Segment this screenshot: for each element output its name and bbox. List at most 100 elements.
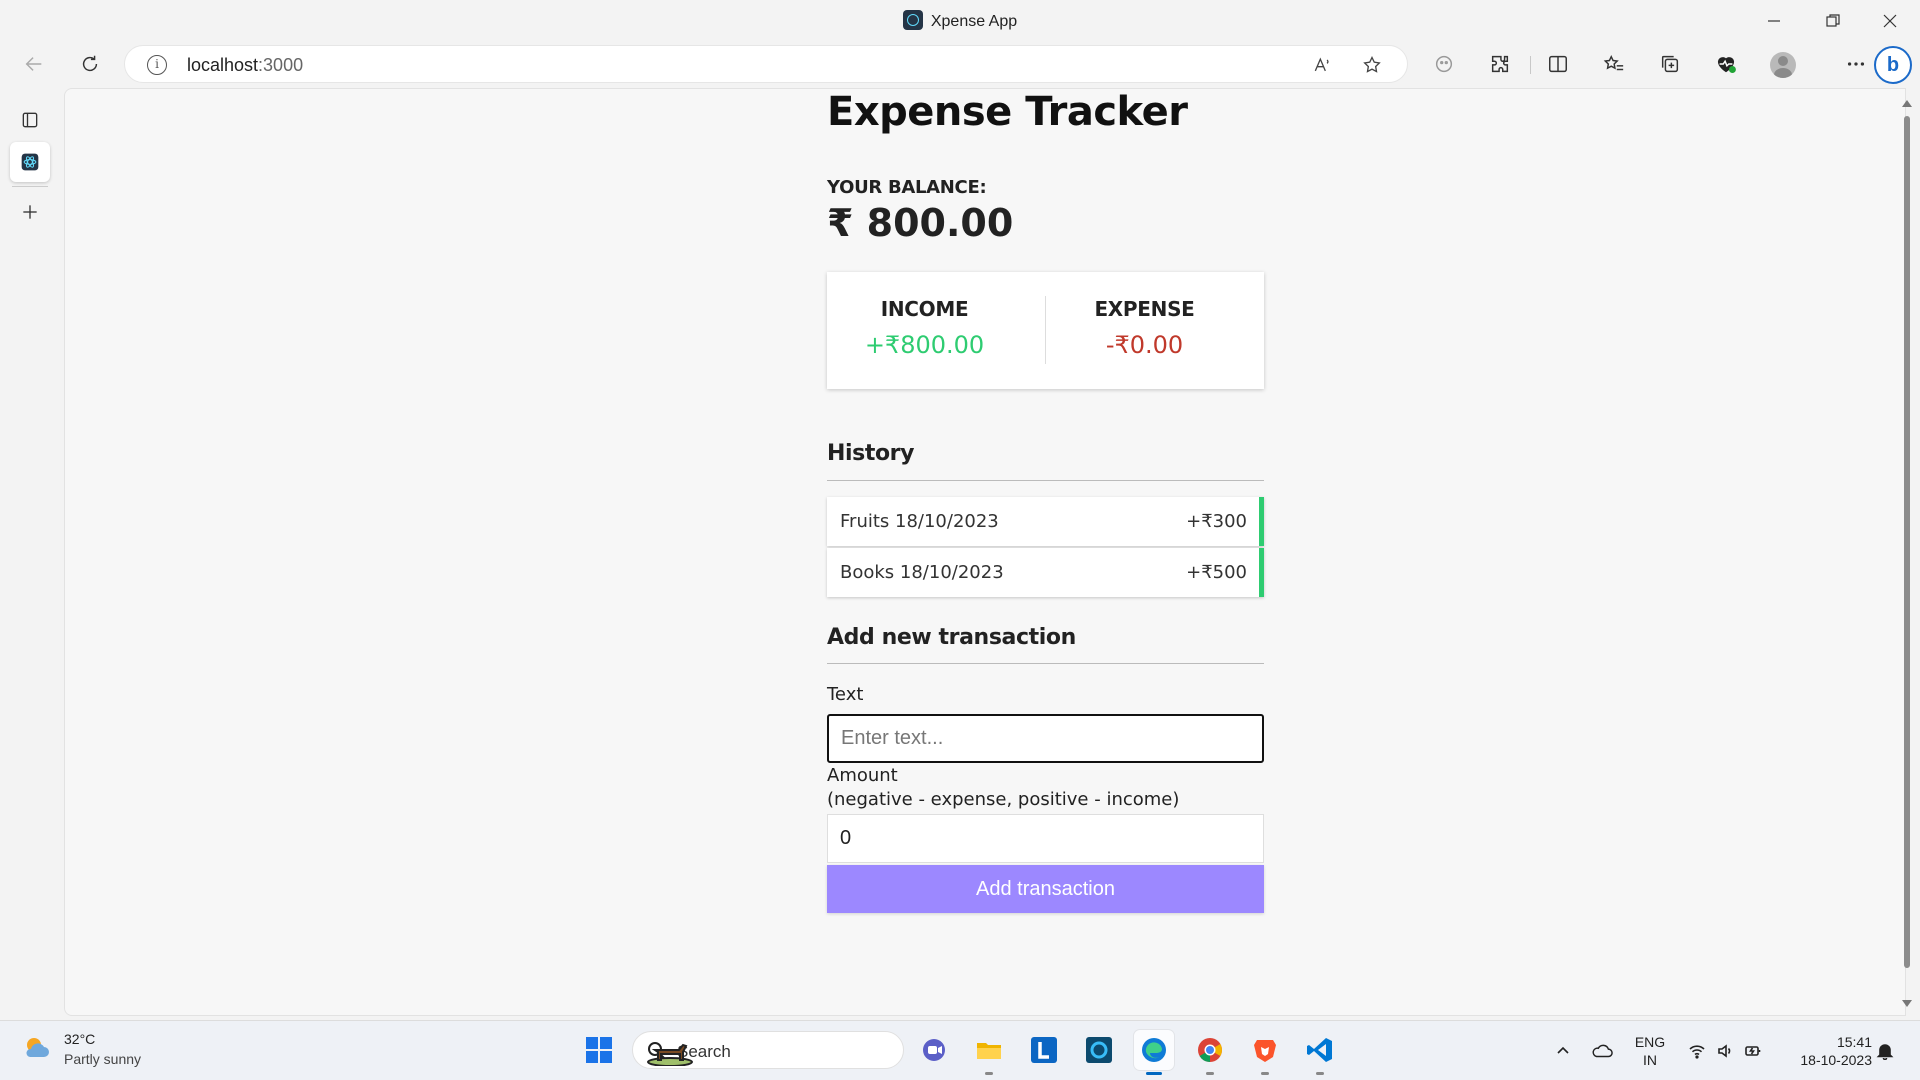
add-transaction-heading: Add new transaction xyxy=(827,625,1076,650)
taskbar-app-l[interactable] xyxy=(1024,1030,1064,1070)
chevron-up-icon xyxy=(1557,1046,1569,1054)
vscode-icon xyxy=(1307,1038,1332,1062)
weather-description[interactable]: Partly sunny xyxy=(64,1051,141,1067)
react-tab-icon xyxy=(21,153,39,171)
running-indicator xyxy=(1206,1072,1214,1075)
text-input[interactable] xyxy=(827,714,1264,763)
list-item[interactable]: Fruits 18/10/2023 +₹300 xyxy=(827,497,1264,546)
favorite-star-icon[interactable] xyxy=(1359,52,1385,78)
minimize-icon xyxy=(1768,20,1780,22)
taskbar-app-file-explorer[interactable] xyxy=(969,1030,1009,1075)
active-indicator xyxy=(1146,1072,1162,1075)
income-column: INCOME +₹800.00 xyxy=(827,297,1022,359)
onedrive-tray[interactable] xyxy=(1588,1021,1616,1080)
amount-hint: (negative - expense, positive - income) xyxy=(827,789,1180,810)
page-title: Expense Tracker xyxy=(827,89,1188,135)
balance-value: ₹ 800.00 xyxy=(827,201,1014,245)
restore-button[interactable] xyxy=(1805,0,1861,42)
start-button[interactable] xyxy=(579,1030,619,1070)
brave-lion-icon xyxy=(1254,1040,1276,1062)
running-indicator xyxy=(1261,1072,1269,1075)
address-bar[interactable]: i localhost:3000 xyxy=(124,45,1408,83)
more-dots-icon xyxy=(1847,62,1865,66)
refresh-button[interactable] xyxy=(72,46,108,82)
clock-date: 18-10-2023 xyxy=(1800,1052,1872,1068)
collections-icon xyxy=(1661,55,1679,73)
page-scrollbar[interactable] xyxy=(1900,96,1914,1012)
battery-charging-icon xyxy=(1745,1046,1761,1056)
browser-toolbar: i localhost:3000 xyxy=(0,42,1920,86)
language-code: ENG xyxy=(1634,1034,1666,1050)
running-indicator xyxy=(1316,1072,1324,1075)
transaction-text: Books 18/10/2023 xyxy=(840,562,1004,583)
split-screen-button[interactable] xyxy=(1540,46,1576,82)
restore-icon xyxy=(1826,14,1840,27)
taskbar-app-edge[interactable] xyxy=(1134,1030,1174,1075)
cloud-icon xyxy=(1592,1044,1613,1058)
window-title: Xpense App xyxy=(0,10,1920,31)
list-item[interactable]: Books 18/10/2023 +₹500 xyxy=(827,548,1264,597)
close-icon xyxy=(1883,14,1897,28)
bing-copilot-icon[interactable]: b xyxy=(1874,46,1912,84)
windows-taskbar: 32°C Partly sunny Search ENG IN 15:41 18… xyxy=(0,1020,1920,1080)
clock-time: 15:41 xyxy=(1836,1034,1872,1050)
weather-temperature[interactable]: 32°C xyxy=(64,1031,95,1047)
taskbar-app-chrome[interactable] xyxy=(1190,1030,1230,1075)
toolbar-separator xyxy=(1530,56,1531,74)
history-divider xyxy=(827,480,1264,481)
browser-essentials-button[interactable] xyxy=(1708,46,1744,82)
extension-face-icon xyxy=(1435,55,1453,73)
history-heading: History xyxy=(827,441,915,466)
taskbar-app-chat[interactable] xyxy=(914,1030,954,1070)
split-screen-icon xyxy=(1549,55,1567,73)
close-button[interactable] xyxy=(1862,0,1918,42)
scroll-down-icon[interactable] xyxy=(1902,1000,1912,1007)
wifi-tray[interactable] xyxy=(1684,1021,1710,1080)
add-transaction-button[interactable]: Add transaction xyxy=(827,865,1264,913)
search-highlight-icon xyxy=(647,1043,693,1066)
system-clock[interactable]: 15:41 18-10-2023 xyxy=(1780,1033,1872,1069)
favorites-list-icon xyxy=(1603,54,1624,71)
tab-xpense-app[interactable] xyxy=(10,142,50,182)
settings-more-button[interactable] xyxy=(1838,46,1874,82)
notifications-button[interactable] xyxy=(1872,1021,1898,1080)
battery-tray[interactable] xyxy=(1740,1021,1766,1080)
wifi-icon xyxy=(1689,1045,1705,1059)
site-info-icon[interactable]: i xyxy=(147,55,167,75)
collections-button[interactable] xyxy=(1652,46,1688,82)
partly-sunny-icon[interactable] xyxy=(22,1033,52,1063)
volume-tray[interactable] xyxy=(1712,1021,1738,1080)
region-code: IN xyxy=(1643,1052,1657,1068)
amount-input[interactable] xyxy=(827,814,1264,863)
back-button[interactable] xyxy=(16,46,52,82)
extensions-button[interactable] xyxy=(1482,46,1518,82)
income-label: INCOME xyxy=(880,297,969,321)
window-title-text: Xpense App xyxy=(930,13,1018,30)
sidebar-divider xyxy=(12,186,48,187)
add-transaction-divider xyxy=(827,663,1264,664)
extension-face-button[interactable] xyxy=(1426,46,1462,82)
tab-actions-icon xyxy=(22,112,38,128)
url-text[interactable]: localhost:3000 xyxy=(187,55,303,76)
taskbar-app-brave[interactable] xyxy=(1245,1030,1285,1075)
favorites-button[interactable] xyxy=(1596,46,1632,82)
taskbar-app-circle[interactable] xyxy=(1079,1030,1119,1070)
transaction-amount: +₹300 xyxy=(1186,511,1247,532)
new-tab-button[interactable] xyxy=(10,192,50,232)
expense-column: EXPENSE -₹0.00 xyxy=(1047,297,1242,359)
scroll-up-icon[interactable] xyxy=(1902,100,1912,107)
taskbar-search[interactable]: Search xyxy=(632,1031,904,1069)
minimize-button[interactable] xyxy=(1746,0,1802,42)
read-aloud-icon[interactable] xyxy=(1309,52,1335,78)
profile-avatar[interactable] xyxy=(1770,52,1796,78)
tab-actions-button[interactable] xyxy=(10,100,50,140)
running-indicator xyxy=(985,1072,993,1075)
show-hidden-icons-button[interactable] xyxy=(1552,1021,1574,1080)
puzzle-icon xyxy=(1491,55,1509,73)
language-indicator[interactable]: ENG IN xyxy=(1630,1033,1670,1069)
speaker-icon xyxy=(1718,1044,1731,1058)
heartbeat-icon xyxy=(1717,57,1736,73)
scrollbar-thumb[interactable] xyxy=(1904,116,1910,968)
taskbar-app-vscode[interactable] xyxy=(1300,1030,1340,1075)
balance-label: YOUR BALANCE: xyxy=(827,177,987,198)
